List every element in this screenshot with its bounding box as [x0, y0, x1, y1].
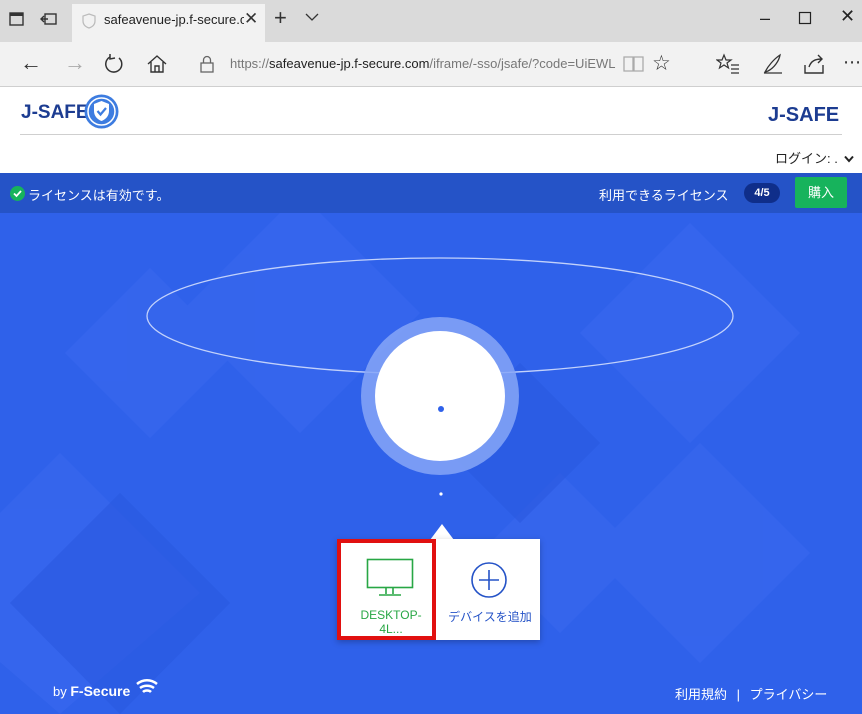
buy-button[interactable]: 購入: [795, 177, 847, 208]
f-secure-brand: by F-Secure: [53, 683, 130, 699]
brand-name: F-Secure: [70, 683, 131, 699]
brand-logo-left[interactable]: J-SAFE: [21, 102, 89, 124]
privacy-link[interactable]: プライバシー: [750, 687, 828, 702]
url-scheme: https://: [230, 56, 270, 71]
f-secure-wave-icon: [136, 679, 158, 693]
tab-preview-icon[interactable]: [8, 10, 26, 28]
more-options-icon[interactable]: ⋯: [843, 52, 861, 73]
reading-view-icon[interactable]: [623, 55, 645, 73]
available-licenses-label: 利用できるライセンス: [599, 188, 729, 203]
notes-pen-icon[interactable]: [762, 53, 784, 75]
license-valid-message: ライセンスは有効です。: [28, 188, 170, 203]
minimize-icon[interactable]: –: [760, 8, 770, 29]
j-safe-shield-logo-icon: [84, 94, 119, 129]
header-divider: [20, 134, 842, 135]
close-window-icon[interactable]: ✕: [840, 6, 855, 27]
lock-icon[interactable]: [198, 55, 216, 73]
popup-arrow: [430, 524, 454, 540]
login-label: ログイン: .: [775, 151, 838, 166]
url-host: safeavenue-jp.f-secure.com: [269, 56, 430, 71]
favorite-star-icon[interactable]: ☆: [652, 51, 671, 76]
back-icon[interactable]: ←: [20, 50, 42, 76]
shield-favicon-icon: [82, 13, 96, 29]
share-icon[interactable]: [803, 53, 825, 75]
refresh-icon[interactable]: [103, 53, 125, 75]
terms-link[interactable]: 利用規約: [675, 687, 727, 702]
home-icon[interactable]: [146, 54, 168, 74]
by-label: by: [53, 684, 67, 699]
footer-separator: |: [736, 687, 741, 702]
footer-links: 利用規約 | プライバシー: [675, 684, 827, 703]
license-count-badge: 4/5: [744, 183, 780, 203]
chevron-down-icon: [844, 155, 855, 163]
check-circle-icon: [10, 186, 25, 201]
login-menu[interactable]: ログイン: .: [775, 148, 855, 167]
maximize-icon[interactable]: [798, 9, 812, 30]
url-path: /iframe/-sso/jsafe/?code=UiEWL: [429, 56, 616, 71]
device-center-circle: [375, 331, 505, 461]
set-tabs-aside-icon[interactable]: [40, 10, 58, 28]
address-url[interactable]: https://safeavenue-jp.f-secure.com/ifram…: [230, 56, 616, 71]
highlight-box: [337, 539, 436, 640]
new-tab-icon[interactable]: +: [274, 5, 287, 31]
forward-icon[interactable]: →: [64, 50, 86, 76]
brand-logo-right: J-SAFE: [768, 104, 840, 126]
favorites-hub-icon[interactable]: [716, 53, 740, 75]
tab-close-icon[interactable]: ✕: [244, 9, 258, 29]
add-device-label: デバイスを追加: [448, 610, 532, 624]
add-plus-icon: [471, 562, 507, 598]
tab-list-chevron-icon[interactable]: [305, 12, 319, 22]
tab-title: safeavenue-jp.f-secure.c: [104, 12, 244, 27]
